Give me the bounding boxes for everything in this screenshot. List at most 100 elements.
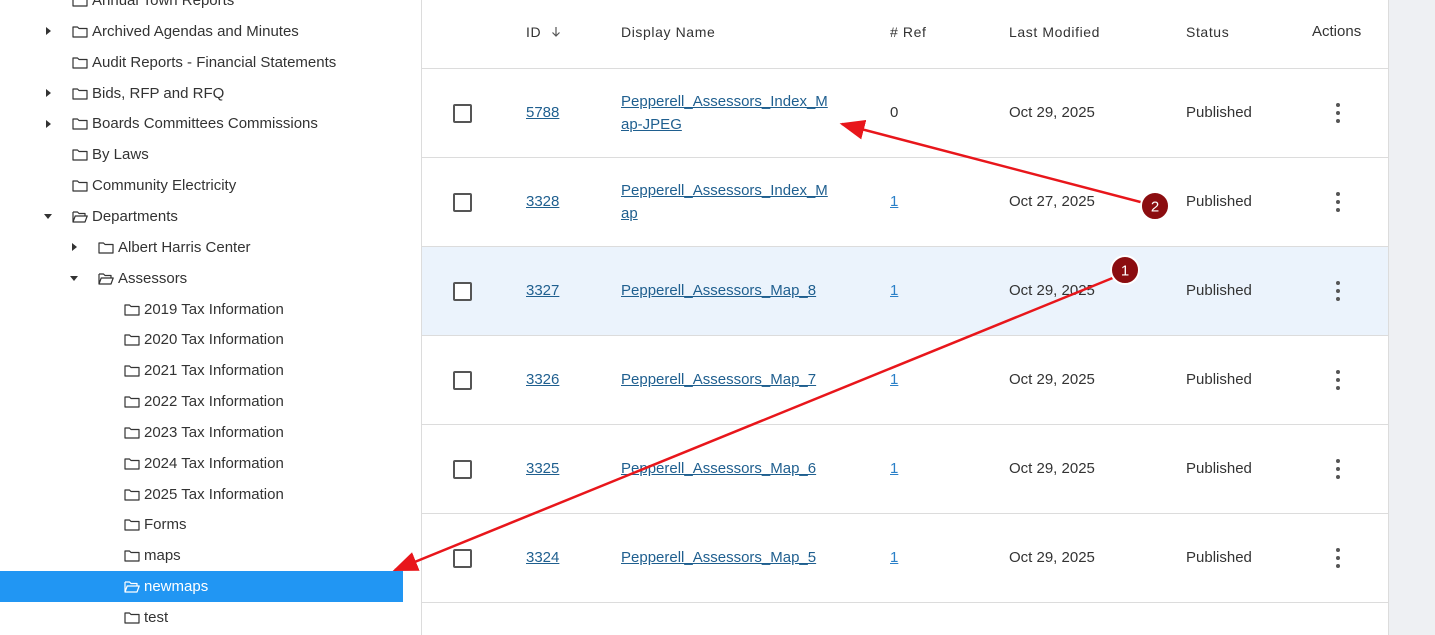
folder-icon [72,149,88,161]
row-display-name-link[interactable]: Pepperell_Assessors_Index_M ap-JPEG [621,91,828,136]
folder-icon [124,612,140,624]
more-vert-icon[interactable] [1334,370,1342,390]
row-id-link[interactable]: 3325 [526,460,559,477]
sidebar-item[interactable]: By Laws [0,139,403,170]
more-vert-icon[interactable] [1334,281,1342,301]
display-name-line-1: Pepperell_Assessors_Map_6 [621,460,817,477]
sidebar-item[interactable]: 2023 Tax Information [0,417,403,448]
sidebar-item[interactable]: 2025 Tax Information [0,479,403,510]
row-ref-link[interactable]: 1 [890,193,898,210]
row-checkbox[interactable] [453,460,472,479]
display-name-line-2: ap [621,204,638,222]
sidebar-item-label: 2021 Tax Information [144,362,284,380]
sidebar-item[interactable]: maps [0,540,403,571]
column-header-status[interactable]: Status [1186,0,1229,68]
right-panel [1389,0,1435,635]
column-header-id[interactable]: ID [526,0,561,68]
column-header-last-modified[interactable]: Last Modified [1009,0,1100,68]
row-id-link[interactable]: 5788 [526,104,559,121]
folder-open-icon [72,211,88,223]
caret-right-icon[interactable] [43,78,53,109]
row-checkbox[interactable] [453,549,472,568]
row-last-modified: Oct 29, 2025 [1009,282,1095,299]
display-name-line-1: Pepperell_Assessors_Index_M [621,182,828,199]
sidebar-item[interactable]: 2020 Tax Information [0,324,403,355]
caret-down-icon[interactable] [69,263,79,294]
row-id-link[interactable]: 3328 [526,193,559,210]
row-last-modified: Oct 27, 2025 [1009,193,1095,210]
sidebar-item-label: By Laws [92,146,149,164]
sidebar-item-label: Community Electricity [92,177,237,195]
arrow-down-icon [551,27,560,37]
row-display-name-link[interactable]: Pepperell_Assessors_Map_5 [621,547,816,570]
more-vert-icon[interactable] [1334,192,1342,212]
media-table: ID Display Name # Ref Last Modified Stat… [422,0,1388,635]
sidebar-item[interactable]: newmaps [0,571,403,603]
row-checkbox[interactable] [453,282,472,301]
row-display-name-link[interactable]: Pepperell_Assessors_Map_8 [621,280,816,303]
sidebar-item-label: Audit Reports - Financial Statements [92,53,337,71]
row-id-link[interactable]: 3324 [526,549,559,566]
folder-icon [72,180,88,192]
row-display-name-link[interactable]: Pepperell_Assessors_Map_6 [621,458,816,481]
sidebar-item[interactable]: Audit Reports - Financial Statements [0,47,403,78]
display-name-line-1: Pepperell_Assessors_Index_M [621,93,828,110]
sidebar-item[interactable]: 2019 Tax Information [0,294,403,325]
row-id-link[interactable]: 3326 [526,371,559,388]
sidebar-item[interactable]: Assessors [0,263,403,294]
row-checkbox[interactable] [453,371,472,390]
column-header-display-name[interactable]: Display Name [621,0,715,68]
sidebar-item[interactable]: Departments [0,201,403,232]
sidebar-item-label: newmaps [144,578,209,596]
table-row: 3326 Pepperell_Assessors_Map_7 1 Oct 29, 20… [422,335,1388,424]
row-checkbox[interactable] [453,193,472,212]
caret-down-icon[interactable] [43,201,53,232]
sidebar-item-label: 2024 Tax Information [144,454,284,472]
folder-icon [124,365,140,377]
sidebar-item[interactable]: 2022 Tax Information [0,386,403,417]
row-ref-link[interactable]: 1 [890,460,898,477]
column-header-ref[interactable]: # Ref [890,0,926,68]
sidebar-item-label: Annual Town Reports [92,0,235,9]
folder-icon [124,488,140,501]
column-header-actions: Actions [1312,23,1362,40]
row-ref-link[interactable]: 1 [890,371,898,388]
sidebar-item-label: Archived Agendas and Minutes [92,22,299,40]
more-vert-icon[interactable] [1334,103,1342,123]
sidebar-item[interactable]: 2024 Tax Information [0,448,403,479]
column-header-id-label: ID [526,24,542,40]
folder-icon [72,57,88,69]
folder-open-icon [98,273,114,285]
folder-open-icon [124,581,140,593]
folder-icon [72,87,88,100]
caret-right-icon[interactable] [43,108,53,139]
row-id-link[interactable]: 3327 [526,282,559,299]
sidebar-item[interactable]: 2021 Tax Information [0,355,403,386]
more-vert-icon[interactable] [1334,548,1342,568]
folder-icon [72,118,88,130]
row-display-name-link[interactable]: Pepperell_Assessors_Map_7 [621,369,816,392]
caret-right-icon[interactable] [69,232,79,263]
table-row: 3325 Pepperell_Assessors_Map_6 1 Oct 29, 20… [422,424,1388,513]
sidebar-item[interactable]: Boards Committees Commissions [0,108,403,139]
sidebar-item[interactable]: Bids, RFP and RFQ [0,78,403,109]
sidebar-item[interactable]: Albert Harris Center [0,232,403,263]
table-row: 5788 Pepperell_Assessors_Index_M ap-JPEG 0 O… [422,68,1388,157]
sidebar-item[interactable]: Forms [0,509,403,540]
sidebar-item[interactable]: Annual Town Reports [0,0,403,16]
row-ref-link[interactable]: 1 [890,549,898,566]
folder-icon [98,242,114,254]
row-display-name-link[interactable]: Pepperell_Assessors_Index_Map [621,180,828,225]
sidebar-item[interactable]: test [0,602,403,633]
table-row: 3328 Pepperell_Assessors_Index_Map 1 Oct 27… [422,157,1388,246]
caret-right-icon[interactable] [43,16,53,47]
sidebar-item[interactable]: Community Electricity [0,170,403,201]
row-ref-link[interactable]: 1 [890,282,898,299]
sidebar-item[interactable]: Archived Agendas and Minutes [0,16,403,47]
sidebar-item-label: maps [144,547,181,565]
row-last-modified: Oct 29, 2025 [1009,460,1095,477]
row-checkbox[interactable] [453,104,472,123]
more-vert-icon[interactable] [1334,459,1342,479]
folder-icon [72,0,88,7]
sidebar-item-label: Albert Harris Center [118,238,251,256]
